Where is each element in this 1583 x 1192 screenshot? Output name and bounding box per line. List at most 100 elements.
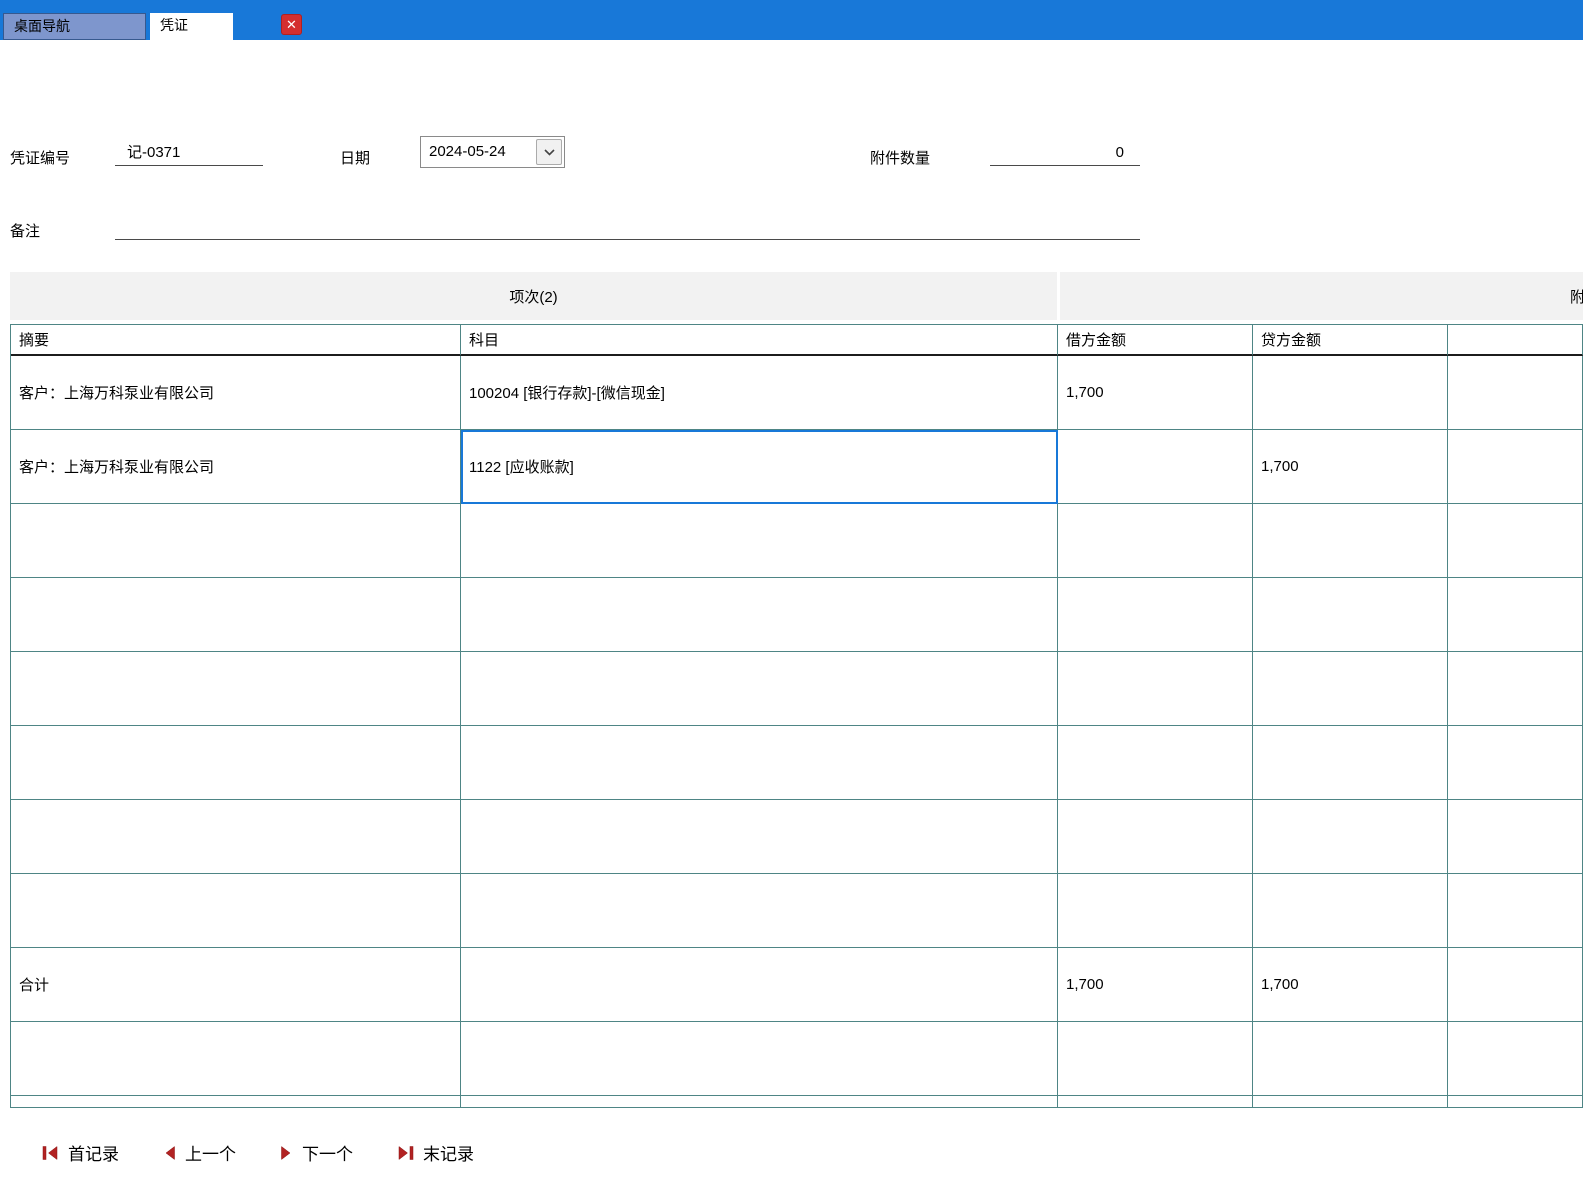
cell-summary[interactable] bbox=[11, 726, 461, 800]
cell-account[interactable]: 100204 [银行存款]-[微信现金] bbox=[461, 356, 1058, 430]
cell-credit[interactable] bbox=[1253, 504, 1448, 578]
cell-credit[interactable] bbox=[1253, 874, 1448, 948]
record-navigation: 首记录 上一个 下一个 末记录 bbox=[42, 1140, 474, 1165]
titlebar: 桌面导航 凭证 ✕ bbox=[0, 0, 1583, 40]
cell-summary[interactable]: 客户：上海万科泵业有限公司 bbox=[11, 430, 461, 504]
cell-debit[interactable] bbox=[1058, 874, 1253, 948]
remark-field[interactable] bbox=[115, 214, 1140, 240]
cell-debit[interactable] bbox=[1058, 578, 1253, 652]
next-record-label: 下一个 bbox=[302, 1145, 353, 1164]
cell-debit[interactable]: 1,700 bbox=[1058, 356, 1253, 430]
voucher-table: 摘要 科目 借方金额 贷方金额 客户：上海万科泵业有限公司 100204 [银行… bbox=[10, 324, 1583, 1108]
previous-record-button[interactable]: 上一个 bbox=[163, 1140, 236, 1165]
cell-summary[interactable] bbox=[11, 652, 461, 726]
first-record-icon bbox=[42, 1145, 58, 1160]
cell-credit[interactable] bbox=[1253, 578, 1448, 652]
cell-extra bbox=[1448, 1096, 1583, 1108]
cell-summary bbox=[11, 1096, 461, 1108]
cell-credit[interactable]: 1,700 bbox=[1253, 430, 1448, 504]
cell-account-focused[interactable]: 1122 [应收账款] bbox=[461, 430, 1058, 504]
close-tab-icon[interactable]: ✕ bbox=[281, 14, 302, 35]
last-record-label: 末记录 bbox=[423, 1145, 474, 1164]
tab-attachments[interactable]: 附件 bbox=[1060, 272, 1583, 320]
cell-credit[interactable] bbox=[1253, 356, 1448, 430]
cell-account[interactable] bbox=[461, 800, 1058, 874]
table-row-empty bbox=[11, 1022, 1583, 1096]
date-field[interactable]: 2024-05-24 bbox=[420, 136, 565, 168]
cell-extra[interactable] bbox=[1448, 430, 1583, 504]
remark-label: 备注 bbox=[10, 223, 41, 240]
cell-debit[interactable] bbox=[1058, 652, 1253, 726]
cell-account[interactable] bbox=[461, 874, 1058, 948]
cell-debit[interactable] bbox=[1058, 1022, 1253, 1096]
cell-extra[interactable] bbox=[1448, 726, 1583, 800]
cell-account[interactable] bbox=[461, 726, 1058, 800]
cell-credit[interactable] bbox=[1253, 800, 1448, 874]
attachment-count-label: 附件数量 bbox=[870, 150, 931, 167]
table-row: 客户：上海万科泵业有限公司 100204 [银行存款]-[微信现金] 1,700 bbox=[11, 356, 1583, 430]
header-extra bbox=[1448, 325, 1583, 356]
cell-summary[interactable] bbox=[11, 800, 461, 874]
cell-extra[interactable] bbox=[1448, 356, 1583, 430]
date-dropdown-button[interactable] bbox=[536, 139, 562, 165]
cell-debit[interactable] bbox=[1058, 726, 1253, 800]
header-summary: 摘要 bbox=[11, 325, 461, 356]
table-row-empty bbox=[11, 800, 1583, 874]
cell-extra[interactable] bbox=[1448, 874, 1583, 948]
tab-voucher[interactable]: 凭证 bbox=[150, 13, 233, 40]
table-row-empty bbox=[11, 504, 1583, 578]
cell-summary[interactable] bbox=[11, 578, 461, 652]
table-row-empty bbox=[11, 578, 1583, 652]
tab-desktop-navigation[interactable]: 桌面导航 bbox=[3, 13, 146, 40]
table-row: 客户：上海万科泵业有限公司 1122 [应收账款] 1,700 bbox=[11, 430, 1583, 504]
cell-credit[interactable] bbox=[1253, 726, 1448, 800]
attachment-count-field[interactable]: 0 bbox=[990, 140, 1140, 166]
table-row-empty bbox=[11, 726, 1583, 800]
cell-credit[interactable] bbox=[1253, 1022, 1448, 1096]
cell-account[interactable] bbox=[461, 652, 1058, 726]
date-label: 日期 bbox=[340, 150, 371, 167]
cell-account[interactable] bbox=[461, 578, 1058, 652]
voucher-no-label: 凭证编号 bbox=[10, 150, 71, 167]
last-record-button[interactable]: 末记录 bbox=[397, 1140, 474, 1165]
header-account: 科目 bbox=[461, 325, 1058, 356]
cell-extra[interactable] bbox=[1448, 578, 1583, 652]
chevron-down-icon bbox=[543, 148, 555, 156]
table-header-row: 摘要 科目 借方金额 贷方金额 bbox=[11, 325, 1583, 356]
date-value: 2024-05-24 bbox=[429, 143, 506, 160]
first-record-label: 首记录 bbox=[68, 1145, 119, 1164]
cell-account bbox=[461, 1096, 1058, 1108]
cell-debit[interactable] bbox=[1058, 504, 1253, 578]
cell-summary[interactable] bbox=[11, 504, 461, 578]
cell-extra[interactable] bbox=[1448, 1022, 1583, 1096]
next-record-button[interactable]: 下一个 bbox=[280, 1140, 353, 1165]
tab-line-items[interactable]: 项次(2) bbox=[10, 272, 1057, 320]
cell-summary[interactable] bbox=[11, 874, 461, 948]
next-record-icon bbox=[281, 1145, 291, 1160]
total-label: 合计 bbox=[11, 948, 461, 1022]
cell-credit[interactable] bbox=[1253, 652, 1448, 726]
first-record-button[interactable]: 首记录 bbox=[42, 1140, 119, 1165]
total-extra bbox=[1448, 948, 1583, 1022]
header-debit: 借方金额 bbox=[1058, 325, 1253, 356]
table-row-partial bbox=[11, 1096, 1583, 1108]
total-credit: 1,700 bbox=[1253, 948, 1448, 1022]
cell-debit[interactable] bbox=[1058, 800, 1253, 874]
cell-extra[interactable] bbox=[1448, 652, 1583, 726]
voucher-no-field[interactable]: 记-0371 bbox=[115, 140, 263, 166]
cell-debit[interactable] bbox=[1058, 430, 1253, 504]
cell-summary[interactable] bbox=[11, 1022, 461, 1096]
cell-summary[interactable]: 客户：上海万科泵业有限公司 bbox=[11, 356, 461, 430]
previous-record-icon bbox=[165, 1145, 175, 1160]
cell-account[interactable] bbox=[461, 504, 1058, 578]
table-total-row: 合计 1,700 1,700 bbox=[11, 948, 1583, 1022]
cell-account[interactable] bbox=[461, 1022, 1058, 1096]
cell-extra[interactable] bbox=[1448, 800, 1583, 874]
cell-debit bbox=[1058, 1096, 1253, 1108]
table-row-empty bbox=[11, 652, 1583, 726]
previous-record-label: 上一个 bbox=[185, 1145, 236, 1164]
last-record-icon bbox=[398, 1145, 414, 1160]
cell-credit bbox=[1253, 1096, 1448, 1108]
header-credit: 贷方金额 bbox=[1253, 325, 1448, 356]
cell-extra[interactable] bbox=[1448, 504, 1583, 578]
